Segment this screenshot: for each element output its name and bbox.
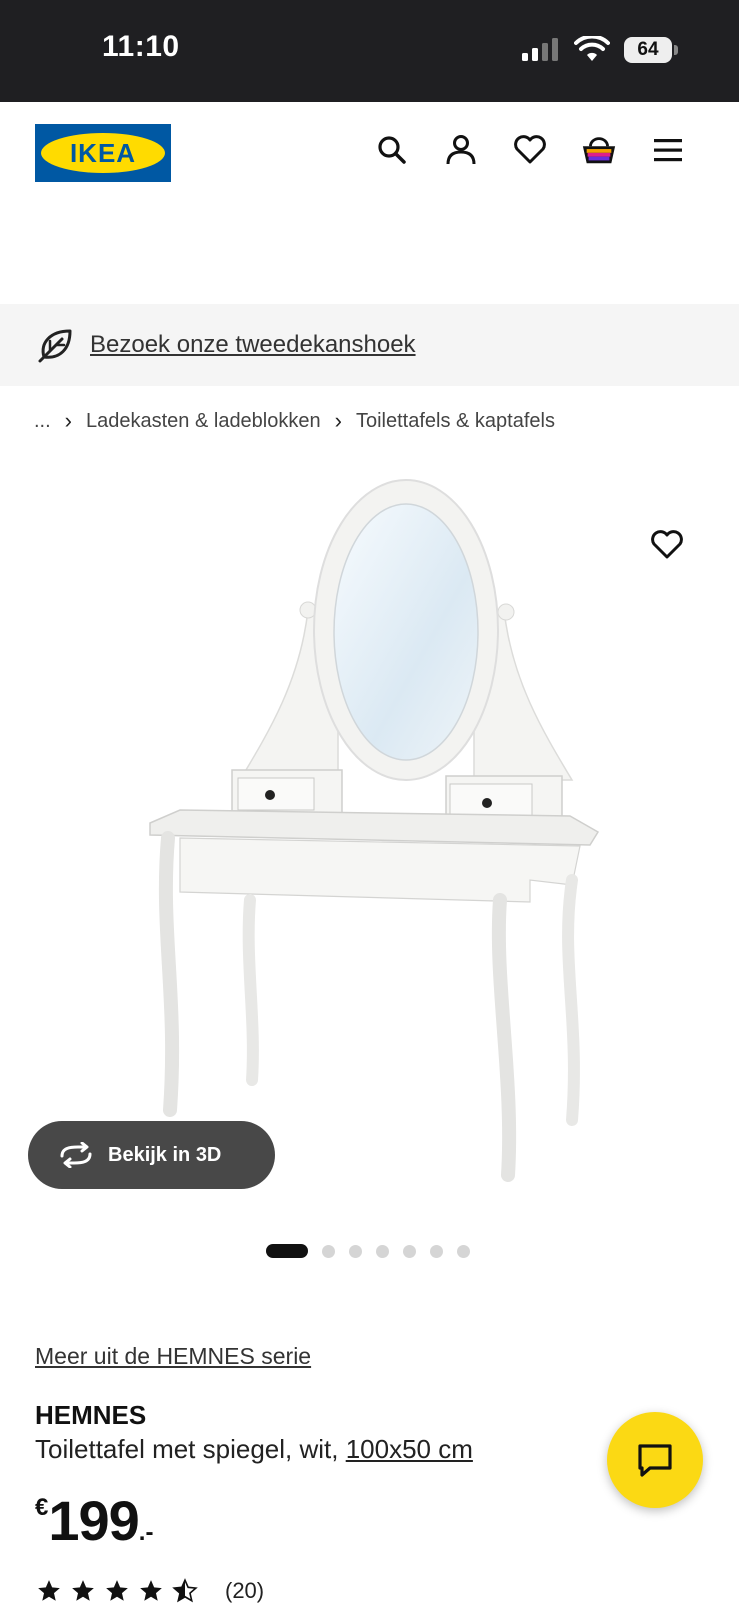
gallery-dot[interactable]	[349, 1244, 362, 1258]
star-icon	[106, 1580, 128, 1601]
battery-indicator: 64	[624, 37, 678, 63]
series-link[interactable]: Meer uit de HEMNES serie	[35, 1343, 311, 1370]
breadcrumb-item-dressing-tables[interactable]: Toilettafels & kaptafels	[356, 410, 555, 433]
gallery-dot[interactable]	[430, 1244, 443, 1258]
product-image[interactable]	[0, 460, 739, 1220]
breadcrumb: ... › Ladekasten & ladeblokken › Toilett…	[34, 408, 555, 434]
product-description: Toilettafel met spiegel, wit, 100x50 cm	[35, 1434, 473, 1465]
gallery-dot[interactable]	[376, 1244, 389, 1258]
ikea-logo[interactable]: IKEA	[35, 124, 171, 182]
second-chance-banner[interactable]: Bezoek onze tweedekanshoek	[0, 304, 739, 386]
price-decimal: .-	[138, 1519, 154, 1546]
favorite-heart-icon[interactable]	[650, 530, 690, 570]
search-icon[interactable]	[374, 132, 410, 168]
site-header: IKEA	[0, 102, 739, 302]
breadcrumb-ellipsis[interactable]: ...	[34, 410, 51, 433]
basket-icon[interactable]	[581, 132, 617, 168]
star-icon	[140, 1580, 162, 1601]
rotate-3d-icon	[60, 1142, 92, 1168]
dressing-table-illustration	[149, 479, 600, 1182]
price-integer: 199	[48, 1489, 139, 1552]
product-price: €199.-	[35, 1488, 153, 1553]
price-currency: €	[35, 1494, 49, 1521]
star-icon	[38, 1580, 60, 1601]
star-icon	[72, 1580, 94, 1601]
second-chance-link[interactable]: Bezoek onze tweedekanshoek	[90, 331, 416, 359]
description-text: Toilettafel met spiegel, wit,	[35, 1434, 346, 1464]
breadcrumb-item-chests[interactable]: Ladekasten & ladeblokken	[86, 410, 321, 433]
status-bar: 11:10 64	[0, 0, 739, 102]
chevron-right-icon: ›	[64, 408, 72, 433]
account-icon[interactable]	[443, 132, 479, 168]
view-in-3d-button[interactable]: Bekijk in 3D	[28, 1121, 275, 1189]
leaf-icon	[38, 329, 72, 363]
product-rating[interactable]: (20)	[35, 1578, 264, 1604]
chat-button[interactable]	[607, 1412, 703, 1508]
view-in-3d-label: Bekijk in 3D	[108, 1143, 222, 1166]
signal-icon	[522, 38, 558, 61]
product-name: HEMNES	[35, 1400, 147, 1430]
wifi-icon	[574, 36, 610, 61]
dimensions-link[interactable]: 100x50 cm	[346, 1434, 473, 1464]
gallery-dot[interactable]	[457, 1244, 470, 1258]
review-count: (20)	[225, 1578, 265, 1603]
heart-icon[interactable]	[512, 132, 548, 168]
chat-icon	[638, 1444, 672, 1477]
gallery-dot[interactable]	[403, 1244, 416, 1258]
gallery-dot-active[interactable]	[266, 1244, 308, 1258]
status-time: 11:10	[102, 30, 180, 63]
logo-text: IKEA	[41, 133, 165, 173]
menu-icon[interactable]	[650, 132, 686, 168]
chevron-right-icon: ›	[334, 408, 342, 433]
status-icons: 64	[520, 34, 678, 66]
gallery-dot[interactable]	[322, 1244, 335, 1258]
half-star-icon	[172, 1578, 198, 1603]
gallery-pagination	[266, 1244, 470, 1258]
header-icons	[374, 132, 686, 168]
